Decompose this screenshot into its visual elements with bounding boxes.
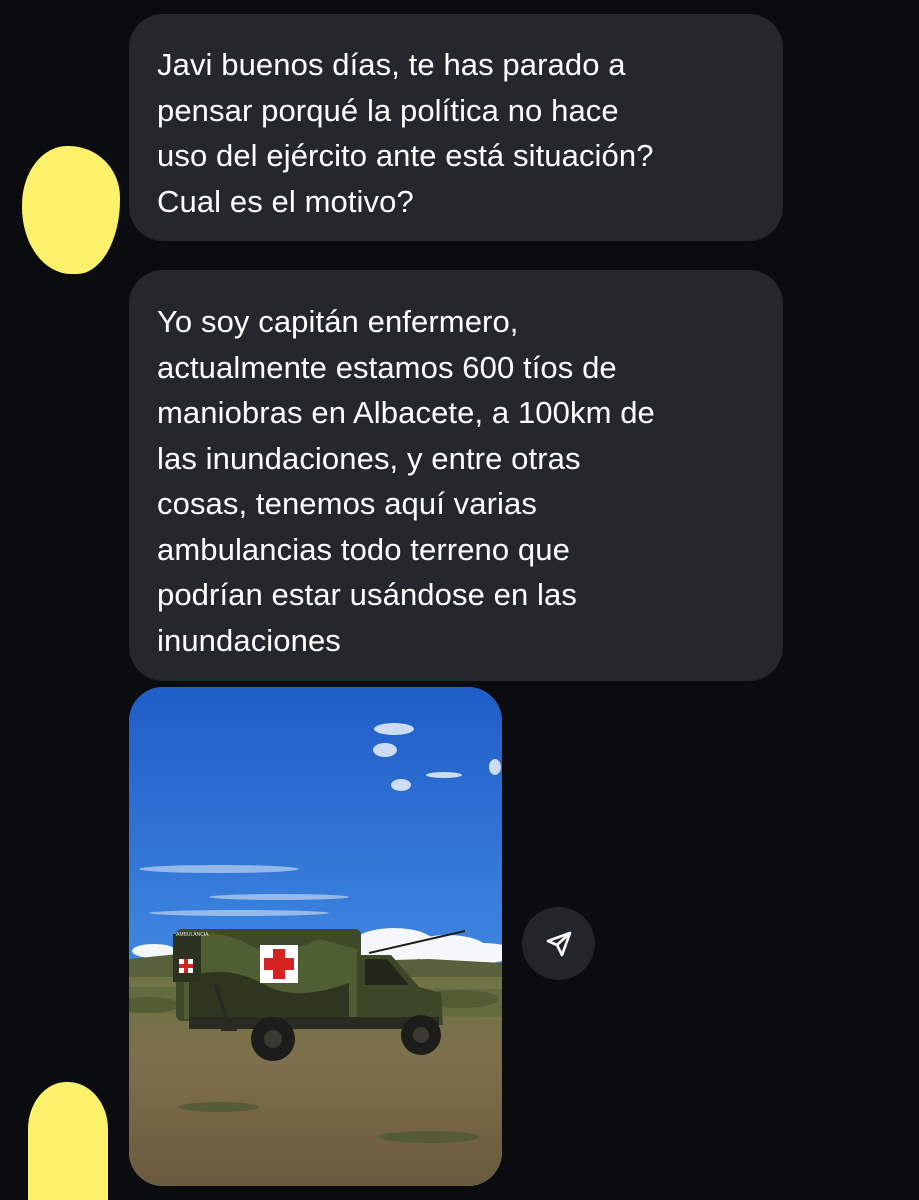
- message-bubble[interactable]: Javi buenos días, te has parado a pensar…: [129, 14, 783, 241]
- ambulance-photo: AMBULANCIA: [129, 687, 502, 1186]
- redaction-mark: [28, 1082, 108, 1200]
- message-bubble[interactable]: Yo soy capitán enfermero, actualmente es…: [129, 270, 783, 681]
- paper-plane-icon: [546, 931, 571, 956]
- vehicle-marking: AMBULANCIA: [176, 932, 209, 938]
- share-button[interactable]: [522, 907, 595, 980]
- redaction-mark: [22, 146, 120, 274]
- photo-message[interactable]: AMBULANCIA: [129, 687, 502, 1186]
